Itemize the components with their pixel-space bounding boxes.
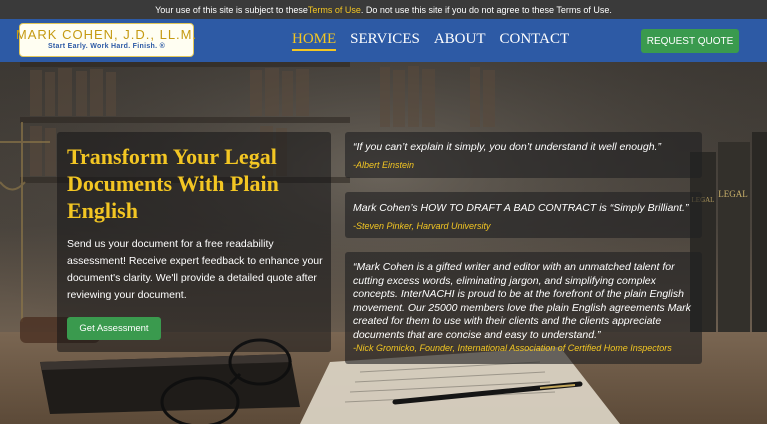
request-quote-button[interactable]: REQUEST QUOTE [641,29,739,53]
quote-text: “Mark Cohen is a gifted writer and edito… [353,261,691,341]
nav-home[interactable]: HOME [292,31,337,51]
quote-text: Mark Cohen’s HOW TO DRAFT A BAD CONTRACT… [353,202,689,214]
nav-about[interactable]: ABOUT [434,31,486,51]
site-header: MARK COHEN, J.D., LL.M. Start Early. Wor… [0,19,767,62]
hero-headline: Transform Your Legal Documents With Plai… [67,144,279,223]
hero-description: Send us your document for a free readabi… [67,238,323,301]
quote-author: -Albert Einstein [353,160,415,170]
quote-card-einstein [345,132,702,178]
logo-name: MARK COHEN, J.D., LL.M. [15,27,198,42]
main-nav: HOME SERVICES ABOUT CONTACT [292,31,569,51]
terms-notice-text-end: . Do not use this site if you do not agr… [360,4,612,15]
terms-notice-text: Your use of this site is subject to thes… [155,4,308,15]
terms-notice-bar: Your use of this site is subject to thes… [0,0,767,19]
get-assessment-button[interactable]: Get Assessment [67,317,161,340]
site-logo[interactable]: MARK COHEN, J.D., LL.M. Start Early. Wor… [15,23,198,57]
quote-text: “If you can’t explain it simply, you don… [353,141,661,153]
quote-author: -Steven Pinker, Harvard University [353,221,491,231]
book-spine-text: LEGAL [718,189,748,199]
terms-of-use-link[interactable]: Terms of Use [308,5,361,15]
nav-services[interactable]: SERVICES [350,31,420,51]
logo-tagline: Start Early. Work Hard. Finish. ® [47,43,166,50]
quote-author: -Nick Gromicko, Founder, International A… [353,343,672,353]
page-bottom-strip [0,424,767,444]
nav-contact[interactable]: CONTACT [500,31,570,51]
